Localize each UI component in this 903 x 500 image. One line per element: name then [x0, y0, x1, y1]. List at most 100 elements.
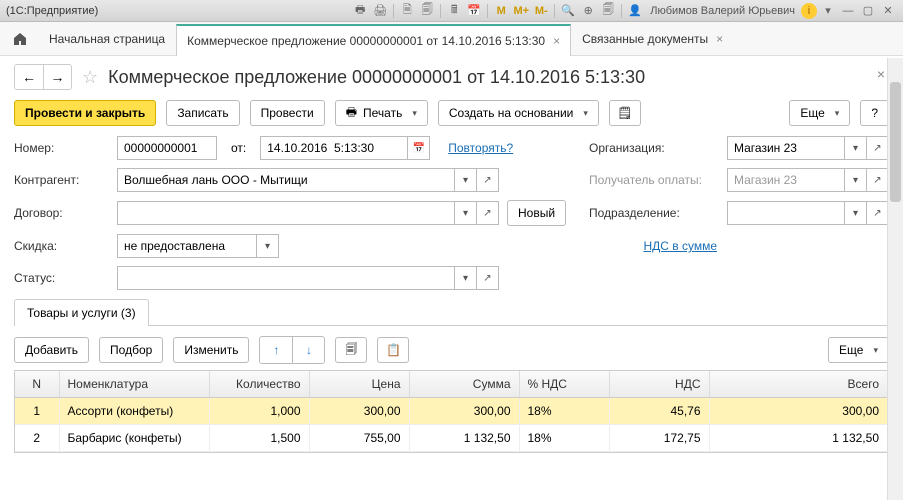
table-row[interactable]: 2Барбарис (конфеты)1,500755,001 132,5018…	[15, 425, 888, 452]
col-sum[interactable]: Сумма	[409, 371, 519, 398]
counterparty-field[interactable]	[117, 168, 455, 192]
move-up-button[interactable]: ↑	[260, 337, 292, 363]
tab-related-docs[interactable]: Связанные документы×	[571, 23, 734, 55]
cell-vat[interactable]: 45,76	[609, 398, 709, 425]
calculator-icon[interactable]: 🖩	[445, 3, 463, 19]
number-field[interactable]	[117, 136, 217, 160]
search-icon[interactable]: 🔍	[559, 3, 577, 19]
payee-field[interactable]	[727, 168, 845, 192]
cell-total[interactable]: 1 132,50	[709, 425, 888, 452]
open-icon[interactable]: ↗	[867, 168, 889, 192]
items-table: N Номенклатура Количество Цена Сумма % Н…	[14, 370, 889, 453]
calendar-icon[interactable]: 📅	[408, 136, 430, 160]
org-field[interactable]	[727, 136, 845, 160]
dropdown-icon[interactable]: ▾	[845, 201, 867, 225]
cell-n[interactable]: 2	[15, 425, 59, 452]
cell-vat[interactable]: 172,75	[609, 425, 709, 452]
repeat-link[interactable]: Повторять?	[448, 141, 513, 155]
cell-item[interactable]: Ассорти (конфеты)	[59, 398, 209, 425]
print2-icon[interactable]: 🖨	[371, 3, 389, 19]
open-icon[interactable]: ↗	[477, 168, 499, 192]
help-button[interactable]: ?	[860, 100, 889, 126]
compare-icon[interactable]: 🗐	[418, 3, 436, 19]
copy-row-button[interactable]: 🗐	[335, 337, 367, 363]
favorite-icon[interactable]: ☆	[82, 67, 98, 88]
minimize-icon[interactable]: —	[839, 3, 857, 19]
new-contract-button[interactable]: Новый	[507, 200, 566, 226]
cell-sum[interactable]: 300,00	[409, 398, 519, 425]
post-and-close-button[interactable]: Провести и закрыть	[14, 100, 156, 126]
cell-n[interactable]: 1	[15, 398, 59, 425]
col-qty[interactable]: Количество	[209, 371, 309, 398]
save-button[interactable]: Записать	[166, 100, 239, 126]
open-icon[interactable]: ↗	[867, 201, 889, 225]
m-icon[interactable]: M	[492, 3, 510, 19]
open-icon[interactable]: ↗	[477, 201, 499, 225]
cell-qty[interactable]: 1,000	[209, 398, 309, 425]
cell-price[interactable]: 300,00	[309, 398, 409, 425]
cell-price[interactable]: 755,00	[309, 425, 409, 452]
cell-total[interactable]: 300,00	[709, 398, 888, 425]
cell-sum[interactable]: 1 132,50	[409, 425, 519, 452]
info-icon[interactable]: i	[801, 3, 817, 19]
dropdown-icon[interactable]: ▾	[819, 3, 837, 19]
col-vat[interactable]: НДС	[609, 371, 709, 398]
m-minus-icon[interactable]: M-	[532, 3, 550, 19]
tab-commercial-offer[interactable]: Коммерческое предложение 00000000001 от …	[176, 24, 571, 56]
vat-in-sum-link[interactable]: НДС в сумме	[643, 239, 717, 253]
division-field[interactable]	[727, 201, 845, 225]
dropdown-icon[interactable]: ▾	[455, 266, 477, 290]
tab-close-icon[interactable]: ×	[553, 34, 560, 48]
select-button[interactable]: Подбор	[99, 337, 163, 363]
move-down-button[interactable]: ↓	[292, 337, 324, 363]
dropdown-icon[interactable]: ▾	[845, 136, 867, 160]
home-icon[interactable]	[6, 26, 34, 52]
forward-button[interactable]: →	[43, 65, 71, 89]
col-n[interactable]: N	[15, 371, 59, 398]
calendar-icon[interactable]: 📅	[465, 3, 483, 19]
cell-item[interactable]: Барбарис (конфеты)	[59, 425, 209, 452]
m-plus-icon[interactable]: M+	[512, 3, 530, 19]
col-item[interactable]: Номенклатура	[59, 371, 209, 398]
print-button[interactable]: 🖶Печать	[335, 100, 428, 126]
discount-field[interactable]	[117, 234, 257, 258]
table-more-button[interactable]: Еще	[828, 337, 889, 363]
table-row[interactable]: 1Ассорти (конфеты)1,000300,00300,0018%45…	[15, 398, 888, 425]
dropdown-icon[interactable]: ▾	[257, 234, 279, 258]
date-field[interactable]	[260, 136, 408, 160]
edit-button[interactable]: Изменить	[173, 337, 249, 363]
status-field[interactable]	[117, 266, 455, 290]
create-based-on-button[interactable]: Создать на основании	[438, 100, 599, 126]
page-close-icon[interactable]: ×	[877, 66, 885, 82]
open-icon[interactable]: ↗	[477, 266, 499, 290]
col-price[interactable]: Цена	[309, 371, 409, 398]
tab-goods-services[interactable]: Товары и услуги (3)	[14, 299, 149, 326]
cell-qty[interactable]: 1,500	[209, 425, 309, 452]
vertical-scrollbar[interactable]	[887, 58, 903, 500]
open-icon[interactable]: ↗	[867, 136, 889, 160]
scrollbar-thumb[interactable]	[890, 82, 901, 202]
add-row-button[interactable]: Добавить	[14, 337, 89, 363]
tab-home[interactable]: Начальная страница	[38, 23, 176, 55]
cell-vat-pct[interactable]: 18%	[519, 425, 609, 452]
dropdown-icon[interactable]: ▾	[455, 201, 477, 225]
more-button[interactable]: Еще	[789, 100, 850, 126]
copy-icon[interactable]: 🗐	[599, 3, 617, 19]
close-icon[interactable]: ✕	[879, 3, 897, 19]
contract-field[interactable]	[117, 201, 455, 225]
dropdown-icon[interactable]: ▾	[845, 168, 867, 192]
post-button[interactable]: Провести	[250, 100, 325, 126]
back-button[interactable]: ←	[15, 65, 43, 89]
tab-close-icon[interactable]: ×	[716, 32, 723, 46]
cell-vat-pct[interactable]: 18%	[519, 398, 609, 425]
paste-row-button[interactable]: 📋	[377, 337, 409, 363]
col-total[interactable]: Всего	[709, 371, 888, 398]
dropdown-icon[interactable]: ▾	[455, 168, 477, 192]
refresh-icon[interactable]: ⊕	[579, 3, 597, 19]
report-button[interactable]: 🗒	[609, 100, 641, 126]
print-icon[interactable]: 🖶	[351, 3, 369, 19]
user-name: Любимов Валерий Юрьевич	[650, 5, 795, 17]
save-file-icon[interactable]: 🗎	[398, 3, 416, 19]
col-vat-pct[interactable]: % НДС	[519, 371, 609, 398]
maximize-icon[interactable]: ▢	[859, 3, 877, 19]
